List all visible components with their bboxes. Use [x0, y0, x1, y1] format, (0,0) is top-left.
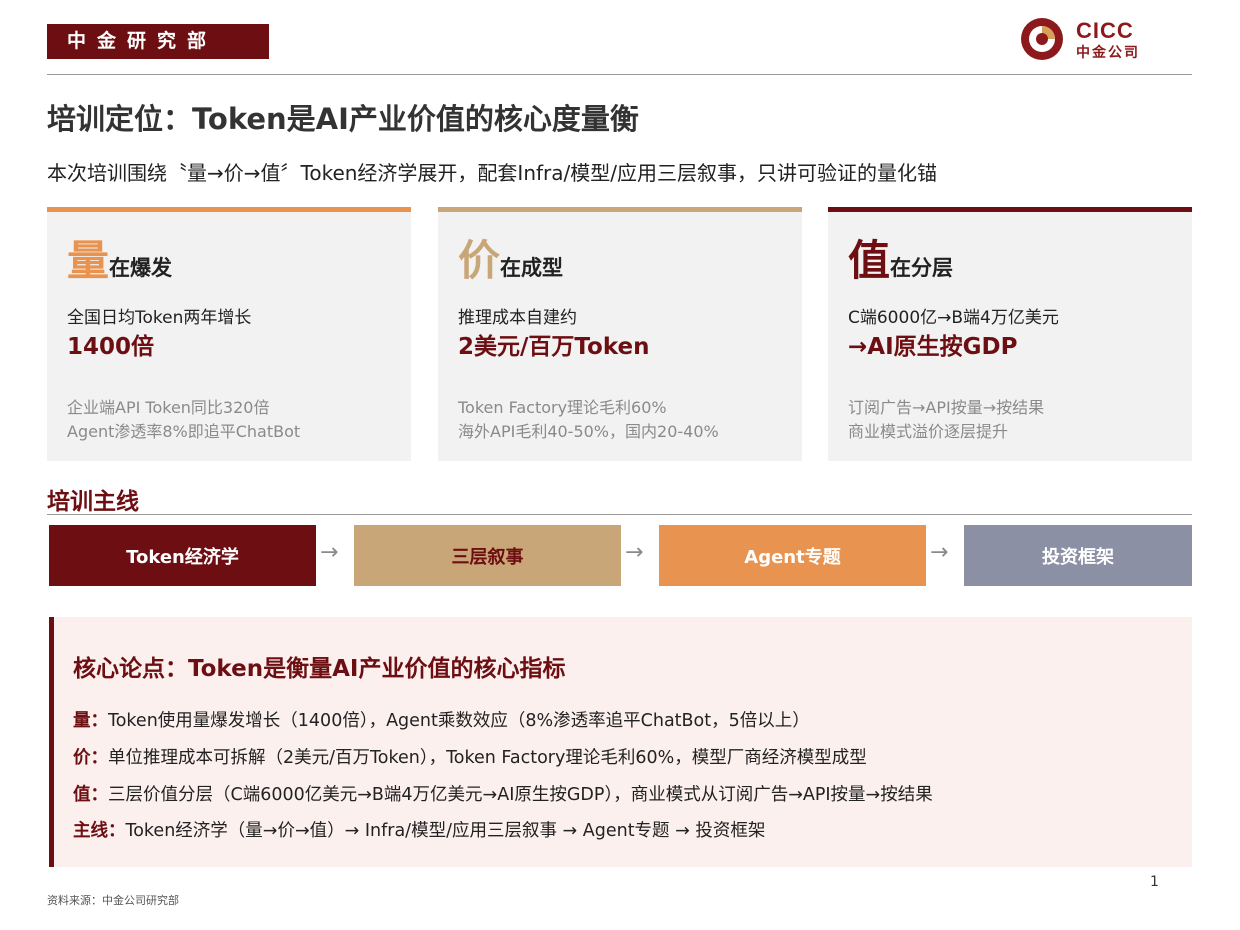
card-note: 企业端API Token同比320倍: [67, 398, 270, 417]
card-note: Token Factory理论毛利60%: [458, 398, 667, 417]
card-heading-text: 在爆发: [109, 256, 173, 280]
step-agent-topic: Agent专题: [659, 525, 926, 586]
card-highlight: 2美元/百万Token: [458, 334, 650, 360]
card-note: 海外API毛利40-50%，国内20-40%: [458, 422, 719, 441]
page-subtitle: 本次培训围绕〝量→价→值〞Token经济学展开，配套Infra/模型/应用三层叙…: [47, 161, 937, 185]
core-row: 价：单位推理成本可拆解（2美元/百万Token），Token Factory理论…: [73, 744, 867, 769]
card-accent-bar: [438, 207, 802, 212]
card-accent-bar: [47, 207, 411, 212]
card-value: 值在分层 C端6000亿→B端4万亿美元 →AI原生按GDP 订阅广告→API按…: [828, 207, 1192, 461]
core-argument-box: 核心论点：Token是衡量AI产业价值的核心指标 量：Token使用量爆发增长（…: [49, 617, 1192, 867]
card-note: 订阅广告→API按量→按结果: [848, 398, 1045, 417]
card-note: Agent渗透率8%即追平ChatBot: [67, 422, 301, 441]
core-row-text: 单位推理成本可拆解（2美元/百万Token），Token Factory理论毛利…: [108, 748, 867, 768]
card-note: 商业模式溢价逐层提升: [848, 422, 1009, 441]
core-title: 核心论点：Token是衡量AI产业价值的核心指标: [73, 656, 566, 682]
source-note: 资料来源：中金公司研究部: [47, 894, 179, 907]
arrow-right-icon: →: [930, 540, 949, 565]
page-title: 培训定位：Token是AI产业价值的核心度量衡: [47, 102, 639, 136]
logo-text-en: CICC: [1076, 18, 1134, 43]
card-price: 价在成型 推理成本自建约 2美元/百万Token Token Factory理论…: [438, 207, 802, 461]
core-row: 量：Token使用量爆发增长（1400倍），Agent乘数效应（8%渗透率追平C…: [73, 707, 810, 732]
core-row-text: Token使用量爆发增长（1400倍），Agent乘数效应（8%渗透率追平Cha…: [108, 711, 810, 731]
card-heading: 值在分层: [848, 227, 953, 288]
card-big-char: 量: [67, 236, 110, 285]
card-heading-text: 在成型: [500, 256, 564, 280]
card-heading: 价在成型: [458, 227, 563, 288]
card-highlight: 1400倍: [67, 334, 155, 360]
card-description: 全国日均Token两年增长: [67, 308, 252, 328]
card-description: C端6000亿→B端4万亿美元: [848, 308, 1059, 328]
step-three-layer-narrative: 三层叙事: [354, 525, 621, 586]
core-row: 主线：Token经济学（量→价→值）→ Infra/模型/应用三层叙事 → Ag…: [73, 817, 765, 842]
core-row-key: 量：: [73, 711, 108, 731]
mainline-divider: [47, 514, 1192, 515]
card-description: 推理成本自建约: [458, 308, 577, 328]
logo-text-cn: 中金公司: [1076, 45, 1140, 61]
step-investment-framework: 投资框架: [964, 525, 1192, 586]
header-divider: [47, 74, 1192, 75]
arrow-right-icon: →: [320, 540, 339, 565]
mainline-title: 培训主线: [47, 489, 139, 515]
step-token-economics: Token经济学: [49, 525, 316, 586]
cicc-logo-icon: [1021, 18, 1063, 60]
card-big-char: 价: [458, 236, 501, 285]
card-volume: 量在爆发 全国日均Token两年增长 1400倍 企业端API Token同比3…: [47, 207, 411, 461]
card-heading: 量在爆发: [67, 227, 172, 288]
card-big-char: 值: [848, 236, 891, 285]
card-highlight: →AI原生按GDP: [848, 334, 1018, 360]
page-number: 1: [1150, 874, 1159, 890]
card-heading-text: 在分层: [890, 256, 954, 280]
core-row-text: 三层价值分层（C端6000亿美元→B端4万亿美元→AI原生按GDP），商业模式从…: [108, 785, 933, 805]
card-accent-bar: [828, 207, 1192, 212]
core-row-key: 主线：: [73, 821, 126, 841]
core-row-key: 值：: [73, 785, 108, 805]
cicc-logo: CICC 中金公司: [1020, 14, 1145, 64]
core-row-key: 价：: [73, 748, 108, 768]
core-row: 值：三层价值分层（C端6000亿美元→B端4万亿美元→AI原生按GDP），商业模…: [73, 781, 933, 806]
arrow-right-icon: →: [625, 540, 644, 565]
core-row-text: Token经济学（量→价→值）→ Infra/模型/应用三层叙事 → Agent…: [125, 821, 766, 841]
department-badge: 中金研究部: [47, 24, 269, 59]
